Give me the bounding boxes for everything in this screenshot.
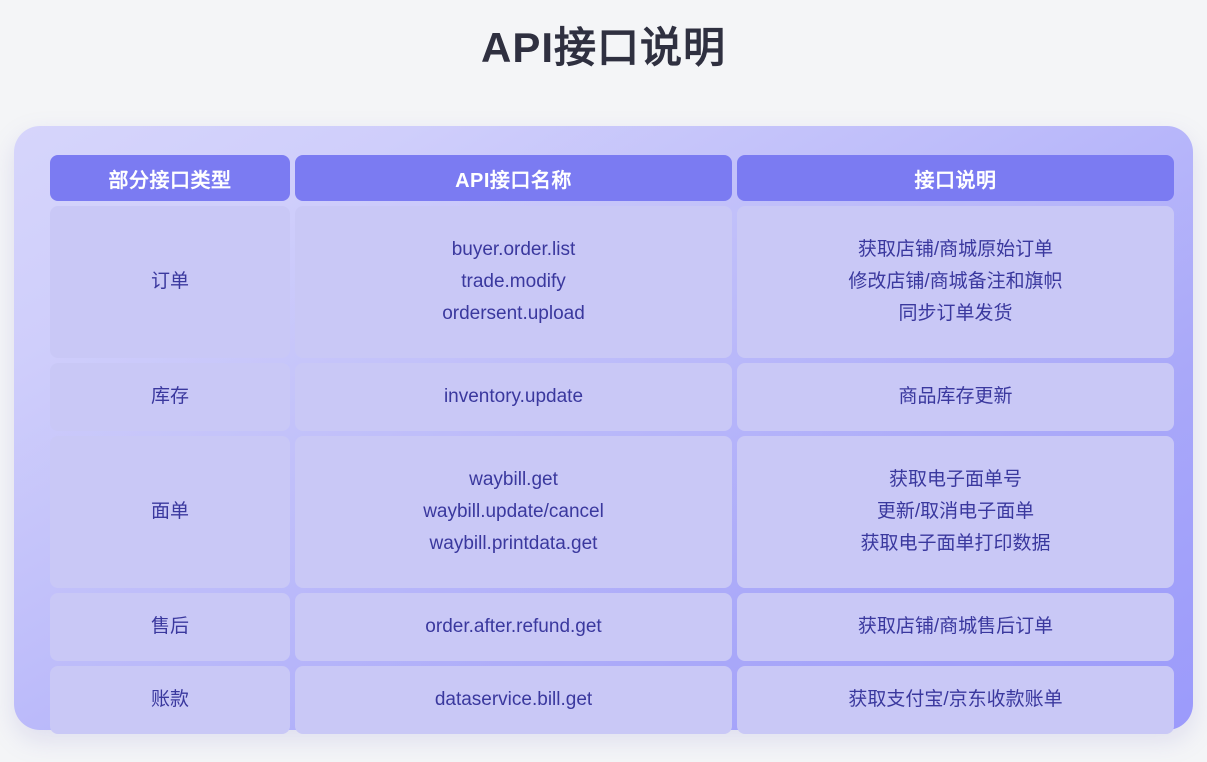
api-table-card: 部分接口类型 API接口名称 接口说明 订单 buyer.order.list <box>14 126 1193 734</box>
cell-api-names: dataservice.bill.get <box>295 666 732 734</box>
cell-api-descriptions: 获取店铺/商城原始订单 修改店铺/商城备注和旗帜 同步订单发货 <box>737 206 1174 358</box>
api-description: 更新/取消电子面单 <box>876 501 1035 522</box>
table-header: 部分接口类型 API接口名称 接口说明 <box>50 155 1174 201</box>
table-row: 面单 waybill.get waybill.update/cancel way… <box>50 436 1174 588</box>
interface-type-label: 账款 <box>150 689 189 710</box>
cell-interface-type: 订单 <box>50 206 290 358</box>
cell-api-names: buyer.order.list trade.modify ordersent.… <box>295 206 732 358</box>
api-description: 商品库存更新 <box>898 386 1013 407</box>
page-root: API接口说明 部分接口类型 API接口名称 接口说明 订单 buyer.ord… <box>0 0 1207 762</box>
table-row: 账款 dataservice.bill.get 获取支付宝/京东收款账单 <box>50 666 1174 734</box>
interface-type-label: 面单 <box>150 501 189 522</box>
cell-api-descriptions: 商品库存更新 <box>737 363 1174 431</box>
api-description: 获取电子面单打印数据 <box>860 533 1051 554</box>
column-header-type: 部分接口类型 <box>50 155 290 201</box>
table-row: 库存 inventory.update 商品库存更新 <box>50 363 1174 431</box>
api-description: 同步订单发货 <box>898 303 1013 324</box>
cell-api-descriptions: 获取支付宝/京东收款账单 <box>737 666 1174 734</box>
interface-type-label: 售后 <box>150 616 189 637</box>
api-description: 获取电子面单号 <box>888 469 1022 490</box>
api-name: waybill.printdata.get <box>429 533 598 554</box>
table-body: 订单 buyer.order.list trade.modify orderse… <box>50 206 1174 734</box>
api-name: trade.modify <box>461 271 566 292</box>
cell-interface-type: 售后 <box>50 593 290 661</box>
cell-api-names: order.after.refund.get <box>295 593 732 661</box>
cell-api-descriptions: 获取电子面单号 更新/取消电子面单 获取电子面单打印数据 <box>737 436 1174 588</box>
table-row: 订单 buyer.order.list trade.modify orderse… <box>50 206 1174 358</box>
cell-api-descriptions: 获取店铺/商城售后订单 <box>737 593 1174 661</box>
table-row: 售后 order.after.refund.get 获取店铺/商城售后订单 <box>50 593 1174 661</box>
api-name: waybill.update/cancel <box>423 501 604 522</box>
api-name: inventory.update <box>443 386 584 407</box>
api-description: 修改店铺/商城备注和旗帜 <box>848 271 1063 292</box>
api-description: 获取店铺/商城售后订单 <box>857 616 1054 637</box>
column-header-desc: 接口说明 <box>737 155 1174 201</box>
cell-api-names: waybill.get waybill.update/cancel waybil… <box>295 436 732 588</box>
page-title: API接口说明 <box>480 24 726 71</box>
api-table: 部分接口类型 API接口名称 接口说明 订单 buyer.order.list <box>45 150 1179 739</box>
api-name: ordersent.upload <box>442 303 585 324</box>
api-description: 获取店铺/商城原始订单 <box>857 239 1054 260</box>
api-name: dataservice.bill.get <box>434 689 593 710</box>
interface-type-label: 库存 <box>150 386 189 407</box>
cell-api-names: inventory.update <box>295 363 732 431</box>
interface-type-label: 订单 <box>150 271 189 292</box>
cell-interface-type: 面单 <box>50 436 290 588</box>
cell-interface-type: 库存 <box>50 363 290 431</box>
api-name: waybill.get <box>469 469 558 490</box>
cell-interface-type: 账款 <box>50 666 290 734</box>
api-description: 获取支付宝/京东收款账单 <box>848 689 1063 710</box>
column-header-name: API接口名称 <box>295 155 732 201</box>
table-header-row: 部分接口类型 API接口名称 接口说明 <box>50 155 1174 201</box>
api-name: order.after.refund.get <box>425 616 602 637</box>
api-name: buyer.order.list <box>451 239 576 260</box>
